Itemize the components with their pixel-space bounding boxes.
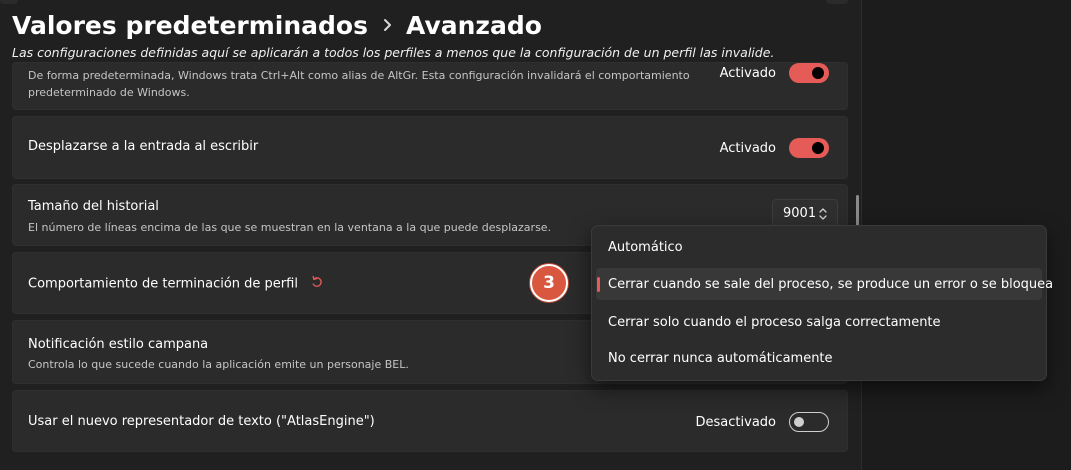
setting-card-scroll-to-input: Desplazarse a la entrada al escribir Act… [12,116,848,179]
setting-title-bell: Notificación estilo campana [28,337,209,352]
dropdown-option-close-on-exit[interactable]: Cerrar cuando se sale del proceso, se pr… [596,268,1053,300]
step-badge: 3 [530,264,568,302]
close-behavior-dropdown: Automático Cerrar cuando se sale del pro… [591,225,1053,381]
toggle-atlas-label: Desactivado [695,414,776,430]
setting-title-close-behavior: Comportamiento de terminación de perfil [28,275,324,293]
setting-desc-altgr: De forma predeterminada, Windows trata C… [28,67,690,101]
setting-desc-bell: Controla lo que sucede cuando la aplicac… [28,358,409,371]
setting-title-history-size: Tamaño del historial [28,199,159,214]
breadcrumb-parent[interactable]: Valores predeterminados [12,11,368,40]
history-size-input[interactable]: 9001 [772,199,838,228]
toggle-atlas-wrap: Desactivado [696,412,829,432]
toggle-altgr-label: Activado [719,65,776,81]
dropdown-option-never-close[interactable]: No cerrar nunca automáticamente [596,342,1042,374]
toggle-scroll-to-input[interactable] [789,138,829,158]
stub-right [826,0,848,4]
setting-card-altgr: De forma predeterminada, Windows trata C… [12,62,848,110]
dropdown-option-automatic[interactable]: Automático [596,231,1042,263]
setting-title-close-behavior-text: Comportamiento de terminación de perfil [28,276,298,292]
setting-desc-altgr-line2: predeterminado de Windows. [28,86,190,99]
history-size-value: 9001 [783,206,817,221]
setting-desc-history-size: El número de líneas encima de las que se… [28,221,552,234]
chevron-right-icon [382,18,392,32]
toggle-knob [794,417,804,427]
dropdown-option-close-graceful[interactable]: Cerrar solo cuando el proceso salga corr… [596,306,1042,338]
stub-left [0,0,18,4]
top-stub [0,0,861,4]
toggle-altgr-wrap: Activado [720,63,829,83]
toggle-knob [812,67,824,79]
page-subtitle: Las configuraciones definidas aquí se ap… [12,45,775,60]
toggle-scroll-wrap: Activado [720,138,829,158]
toggle-scroll-label: Activado [719,140,776,156]
reset-icon[interactable] [310,275,324,293]
setting-card-atlas: Usar el nuevo representador de texto ("A… [12,390,848,452]
breadcrumb-current: Avanzado [405,10,542,40]
setting-title-scroll-to-input: Desplazarse a la entrada al escribir [28,139,259,154]
spin-updown-icon[interactable] [818,207,828,221]
toggle-atlas[interactable] [789,412,829,432]
setting-title-atlas: Usar el nuevo representador de texto ("A… [28,414,375,429]
breadcrumb: Valores predeterminados Avanzado [12,7,542,43]
toggle-altgr[interactable] [789,63,829,83]
setting-desc-altgr-line1: De forma predeterminada, Windows trata C… [28,69,690,82]
toggle-knob [812,142,824,154]
